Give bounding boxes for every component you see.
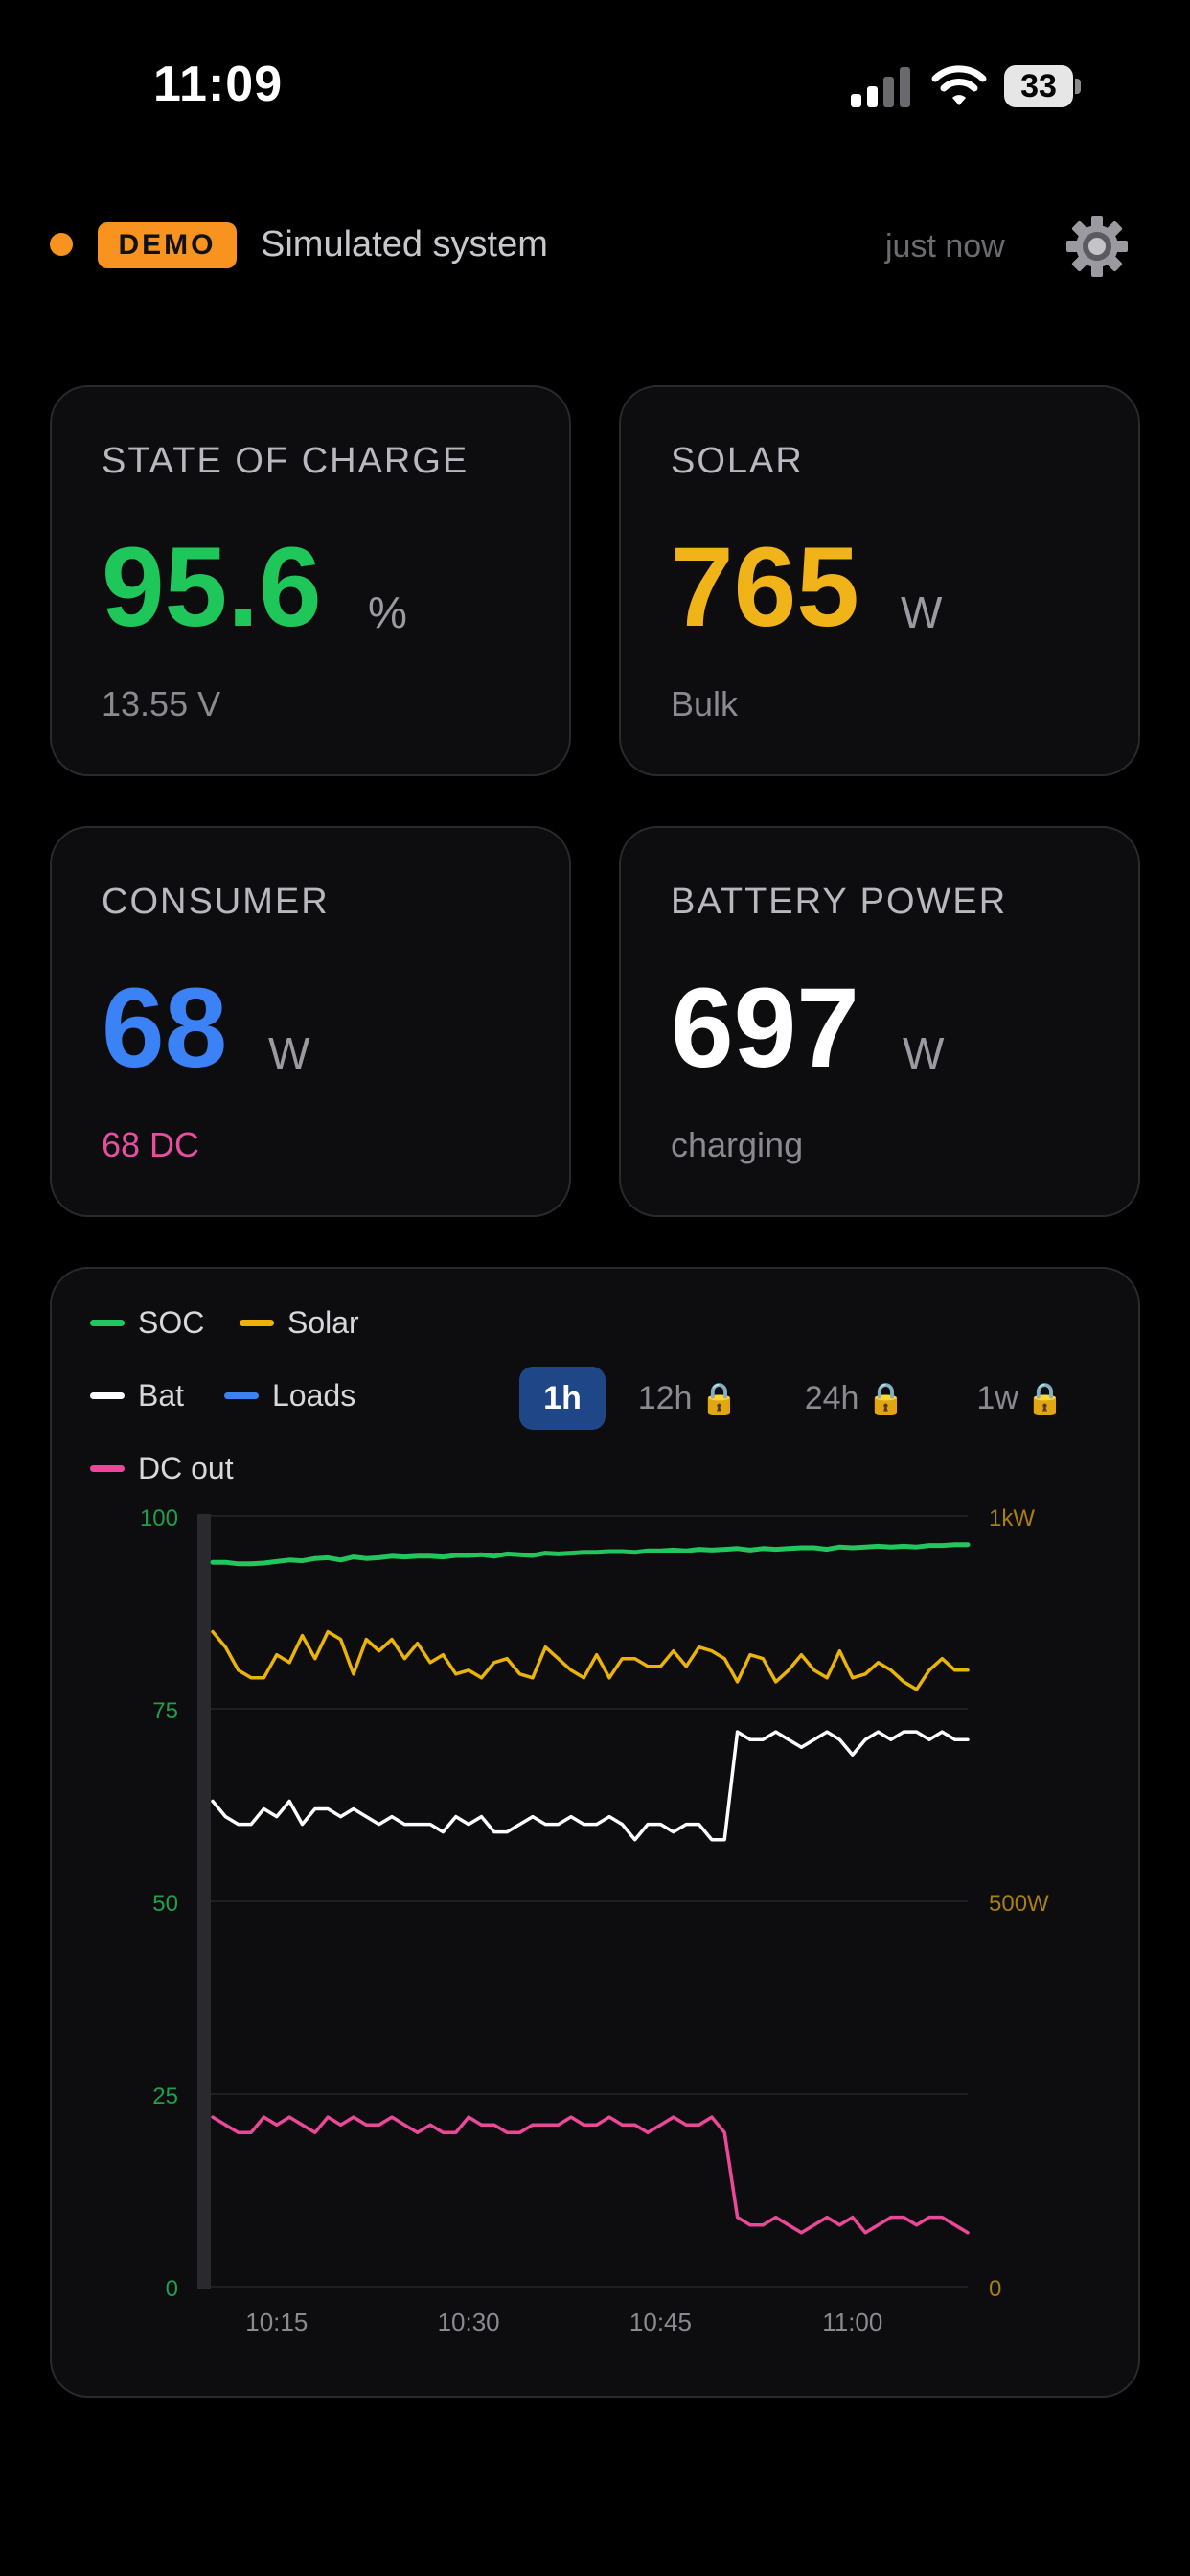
battery-power-title: BATTERY POWER [671, 882, 1008, 922]
y-left-tick-label: 50 [152, 1891, 178, 1917]
series-line-soc [210, 1542, 971, 1567]
consumer-card[interactable]: CONSUMER 68 W 68 DC [50, 826, 571, 1217]
cellular-signal-icon [851, 67, 910, 107]
x-tick-label: 10:15 [245, 2308, 308, 2336]
battery-icon: 33 [1004, 65, 1081, 107]
y-left-tick-label: 75 [152, 1698, 178, 1724]
battery-level: 33 [1020, 68, 1057, 104]
y-axis-band [197, 1514, 211, 2288]
demo-badge: DEMO [98, 222, 237, 268]
soc-voltage: 13.55 V [102, 684, 221, 724]
gear-icon[interactable] [1064, 213, 1131, 280]
y-left-tick-label: 100 [140, 1506, 178, 1531]
status-dot [50, 233, 73, 256]
battery-power-card[interactable]: BATTERY POWER 697 W charging [619, 826, 1140, 1217]
soc-unit: % [368, 587, 407, 637]
history-chart-card: SOC Solar Bat Loads DC out 1h 12h 🔒 24h 🔒 … [50, 1267, 1140, 2398]
system-label: Simulated system [261, 224, 548, 264]
last-updated: just now [885, 228, 1005, 264]
soc-value: 95.6 [102, 524, 322, 651]
x-tick-label: 10:30 [438, 2308, 500, 2336]
status-bar: 11:09 33 [0, 0, 1190, 172]
solar-title: SOLAR [671, 441, 804, 481]
consumer-value: 68 [102, 965, 228, 1092]
consumer-title: CONSUMER [102, 882, 330, 922]
y-left-tick-label: 25 [152, 2083, 178, 2109]
solar-card[interactable]: SOLAR 765 W Bulk [619, 385, 1140, 776]
battery-power-unit: W [903, 1028, 945, 1078]
soc-card[interactable]: STATE OF CHARGE 95.6 % 13.55 V [50, 385, 571, 776]
soc-title: STATE OF CHARGE [102, 441, 469, 481]
consumer-unit: W [268, 1028, 310, 1078]
wifi-icon [931, 65, 987, 105]
y-right-tick-label: 1kW [989, 1506, 1035, 1531]
solar-value: 765 [671, 524, 859, 651]
status-time: 11:09 [153, 57, 284, 112]
y-right-tick-label: 500W [989, 1891, 1049, 1917]
x-tick-label: 10:45 [629, 2308, 692, 2336]
x-tick-label: 11:00 [822, 2308, 882, 2336]
battery-power-value: 697 [671, 965, 859, 1092]
series-line-solar [211, 1629, 970, 1691]
y-left-tick-label: 0 [166, 2276, 178, 2302]
series-line-bat [211, 1730, 970, 1842]
solar-state: Bulk [671, 684, 739, 724]
solar-unit: W [901, 587, 943, 637]
battery-power-state: charging [671, 1125, 804, 1164]
series-line-dc-out [211, 2115, 970, 2235]
y-right-tick-label: 0 [989, 2276, 1001, 2302]
line-chart: 100 75 50 25 0 1kW 500W 0 10:15 10:30 10:45 11:00 [140, 1506, 1049, 2336]
consumer-dc: 68 DC [102, 1125, 200, 1164]
